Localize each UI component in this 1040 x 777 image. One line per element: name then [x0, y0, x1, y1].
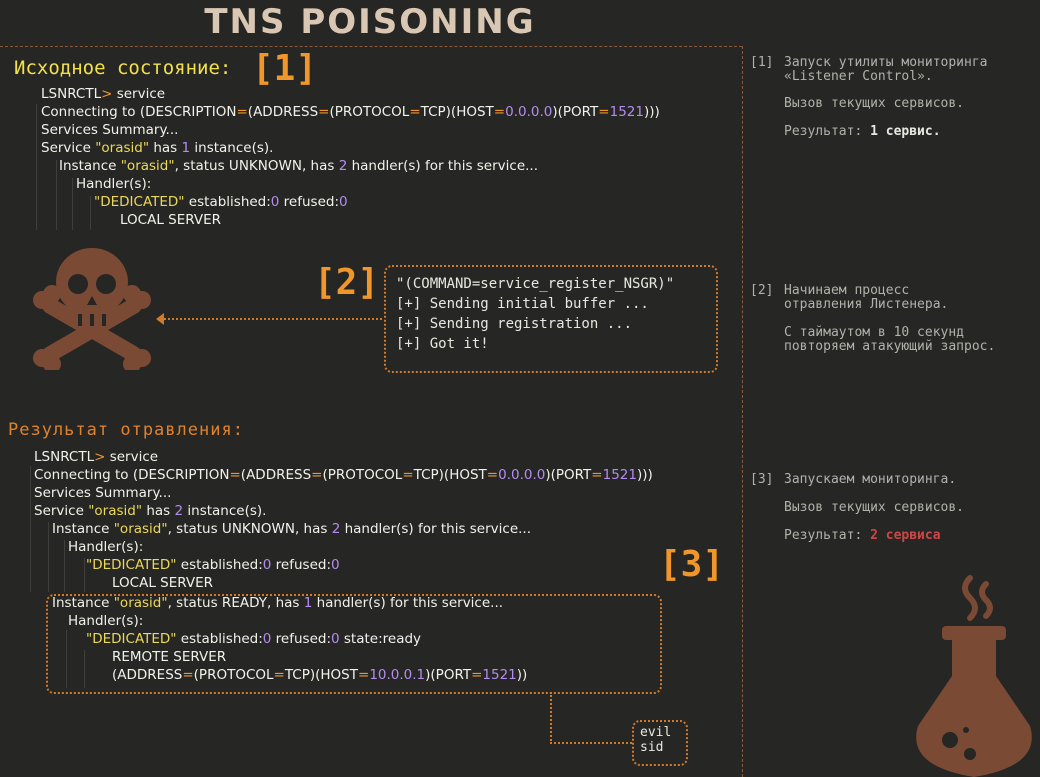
indent-guide: [64, 540, 65, 592]
note1-result-value: 1 сервис.: [870, 124, 941, 139]
terminal-token: Instance: [52, 521, 114, 537]
terminal-token: =: [311, 467, 323, 483]
connector-line: [550, 742, 632, 744]
note3-line: Вызов текущих сервисов.: [784, 500, 965, 515]
terminal-token: , status UNKNOWN, has: [167, 521, 332, 537]
terminal-token: Services Summary...: [34, 485, 172, 501]
frame-right-divider: [742, 46, 743, 777]
terminal-token: =: [591, 467, 603, 483]
terminal-token: "orasid": [113, 521, 168, 537]
note1-line: «Listener Control».: [784, 69, 933, 84]
note1-line: Вызов текущих сервисов.: [784, 96, 965, 111]
terminal-token: 2: [331, 521, 341, 537]
terminal-token: =: [229, 467, 241, 483]
terminal-token: instance(s).: [183, 503, 267, 519]
terminal-token: 1521: [602, 467, 637, 483]
poisoned-instance-box: [46, 594, 662, 694]
terminal-token: "DEDICATED": [86, 557, 177, 573]
terminal-line: Instance "orasid", status UNKNOWN, has 2…: [52, 520, 531, 538]
terminal-token: TCP)(HOST: [413, 467, 487, 483]
note1-result-label: Результат:: [784, 124, 871, 139]
terminal-token: Handler(s):: [68, 539, 144, 555]
indent-guide: [84, 558, 85, 592]
terminal-token: "orasid": [88, 503, 143, 519]
terminal-token: =: [486, 467, 499, 483]
terminal-line: Connecting to (DESCRIPTION=(ADDRESS=(PRO…: [34, 466, 653, 484]
terminal-token: 0: [331, 557, 340, 573]
terminal-token: ))): [636, 467, 653, 483]
terminal-token: has: [142, 503, 175, 519]
terminal-token: 2: [174, 503, 184, 519]
terminal-line: LSNRCTL> service: [34, 448, 158, 466]
terminal-line: Handler(s):: [68, 538, 143, 556]
evil-sid-label: evil sid: [640, 725, 672, 755]
note1-result: Результат: 1 сервис.: [784, 125, 941, 139]
terminal-line: Services Summary...: [34, 484, 171, 502]
terminal-line: "DEDICATED" established:0 refused:0: [86, 556, 340, 574]
terminal-token: LSNRCTL: [34, 449, 95, 465]
note3-line: Запускаем мониторинга.: [784, 472, 957, 487]
terminal-token: (ADDRESS: [240, 467, 312, 483]
note1-marker: [1]: [750, 55, 774, 70]
connector-line: [550, 692, 552, 744]
terminal-token: Service: [34, 503, 89, 519]
terminal-token: LOCAL SERVER: [112, 575, 214, 591]
note2-line: С таймаутом в 10 секунд: [784, 325, 965, 340]
note3-marker: [3]: [750, 472, 774, 487]
terminal-line: Service "orasid" has 2 instance(s).: [34, 502, 266, 520]
terminal-token: established:: [176, 557, 263, 573]
indent-guide: [30, 466, 31, 592]
terminal-token: service: [105, 449, 159, 465]
note3-result: Результат: 2 сервиса: [784, 529, 941, 543]
note1-line: Запуск утилиты мониторинга: [784, 55, 988, 70]
note2-line: повторяем атакующий запрос.: [784, 339, 996, 354]
poison-flask-icon: [916, 575, 1032, 777]
note2-line: отравления Листенера.: [784, 297, 949, 312]
note2-marker: [2]: [750, 283, 774, 298]
terminal-token: Connecting to (DESCRIPTION: [34, 467, 230, 483]
terminal-token: (PROTOCOL: [322, 467, 403, 483]
terminal-token: )(PORT: [545, 467, 592, 483]
terminal-token: 0.0.0.0: [498, 467, 546, 483]
note3-result-value: 2 сервиса: [870, 528, 941, 543]
terminal-token: handler(s) for this service...: [340, 521, 532, 537]
note3-result-label: Результат:: [784, 528, 871, 543]
terminal-token: refused:: [271, 557, 332, 573]
terminal-line: LOCAL SERVER: [112, 574, 213, 592]
note2-line: Начинаем процесс: [784, 283, 910, 298]
terminal-token: >: [94, 449, 106, 465]
indent-guide: [48, 522, 49, 592]
terminal-token: =: [402, 467, 414, 483]
